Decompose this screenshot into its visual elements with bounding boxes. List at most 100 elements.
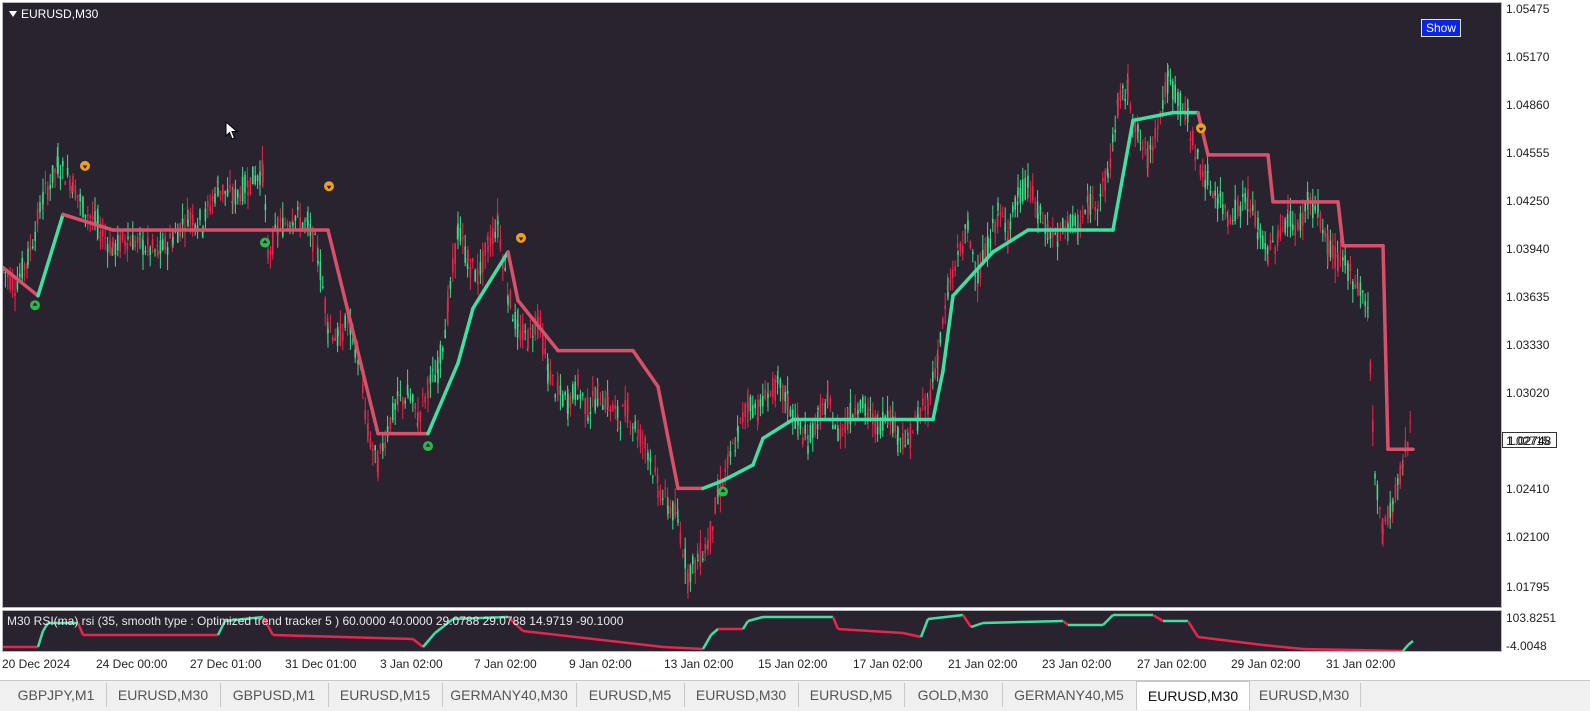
candle-body: [99, 231, 102, 242]
price-scale-label: 1.05170: [1506, 50, 1550, 64]
candle-body: [992, 219, 994, 224]
candle-body: [819, 403, 822, 426]
chart-tab[interactable]: EURUSD,M5: [798, 683, 905, 707]
chart-tab[interactable]: GERMANY40,M5: [1002, 683, 1137, 707]
trend-segment: [656, 384, 680, 491]
chart-tab[interactable]: GBPUSD,M1: [220, 683, 329, 707]
candle-body: [189, 212, 192, 219]
candle-body: [297, 207, 299, 210]
candle-body: [1372, 420, 1374, 432]
candle-body: [72, 175, 74, 193]
candle-body: [94, 211, 96, 224]
candle-body: [256, 175, 259, 182]
chart-tab[interactable]: EURUSD,M30: [684, 683, 799, 707]
candle-body: [1254, 211, 1256, 227]
indicator-pane[interactable]: M30 RSI(ma) rsi (35, smooth type : Optim…: [2, 610, 1502, 652]
candle-body: [114, 243, 117, 256]
candle-body: [1287, 205, 1289, 207]
chart-tab[interactable]: EURUSD,M15: [328, 683, 443, 707]
candle-body: [542, 335, 544, 355]
price-chart-pane[interactable]: EURUSD,M30 Show: [2, 2, 1502, 608]
price-chart-canvas[interactable]: [3, 3, 1502, 608]
symbol-label[interactable]: EURUSD,M30: [9, 7, 98, 21]
candle-body: [222, 184, 224, 195]
candle-body: [49, 184, 51, 190]
time-axis-label: 13 Jan 02:00: [664, 657, 734, 671]
candle-body: [1099, 193, 1102, 197]
candle-body: [369, 438, 372, 448]
candle-body: [1107, 173, 1109, 179]
candle-body: [922, 398, 924, 406]
chart-tab[interactable]: GOLD,M30: [904, 683, 1003, 707]
dropdown-triangle-icon[interactable]: [9, 11, 17, 17]
candle-body: [462, 237, 464, 240]
candle-body: [344, 315, 346, 328]
show-button[interactable]: Show: [1420, 19, 1461, 37]
candle-body: [504, 267, 506, 271]
sell-signal-icon: [80, 160, 90, 171]
candle-body: [51, 165, 54, 183]
candle-body: [1234, 199, 1236, 222]
candle-body: [1302, 212, 1304, 226]
indicator-segment: [1152, 613, 1164, 623]
candle-body: [817, 407, 819, 410]
trend-segment: [1196, 110, 1210, 157]
candle-body: [19, 273, 21, 278]
candle-body: [234, 188, 237, 205]
candle-body: [74, 185, 77, 200]
candle-body: [426, 378, 429, 386]
candle-body: [284, 223, 286, 225]
candle-body: [1022, 179, 1024, 202]
candle-body: [372, 448, 374, 451]
indicator-segment: [522, 629, 664, 649]
candle-body: [207, 200, 209, 207]
candle-body: [1282, 227, 1284, 229]
trading-terminal: EURUSD,M30 Show 1.02748 M30 RSI(ma) rsi …: [0, 0, 1590, 711]
candle-body: [652, 476, 654, 478]
candle-body: [1074, 215, 1076, 226]
candle-body: [919, 407, 922, 420]
chart-tab[interactable]: EURUSD,M30: [106, 683, 221, 707]
time-axis-label: 20 Dec 2024: [2, 657, 71, 671]
candle-body: [1054, 232, 1056, 235]
candle-body: [1332, 244, 1334, 259]
candle-body: [724, 468, 726, 472]
trend-segment: [761, 417, 795, 441]
candle-body: [1019, 187, 1022, 203]
chart-tab[interactable]: EURUSD,M30: [1248, 683, 1361, 707]
chart-tab[interactable]: GBPJPY,M1: [6, 683, 107, 707]
candle-body: [754, 403, 756, 409]
candle-body: [252, 166, 254, 185]
candle-body: [682, 554, 684, 556]
candle-body: [524, 330, 526, 333]
indicator-segment: [1302, 647, 1404, 651]
price-scale-label: 1.03330: [1506, 338, 1550, 352]
candle-body: [1312, 202, 1314, 219]
candle-body: [976, 283, 979, 288]
candle-body: [1367, 307, 1369, 309]
candle-body: [186, 206, 189, 210]
candle-body: [21, 257, 23, 279]
candle-body: [737, 426, 739, 442]
candle-body: [957, 251, 959, 256]
chart-tab[interactable]: EURUSD,M30: [1136, 681, 1250, 710]
candle-body: [1149, 144, 1152, 150]
candle-body: [839, 428, 842, 440]
candle-body: [156, 245, 159, 248]
candle-body: [812, 423, 814, 438]
time-axis-label: 31 Jan 02:00: [1326, 657, 1396, 671]
chart-tab[interactable]: GERMANY40,M30: [442, 683, 577, 707]
candle-body: [1329, 240, 1332, 258]
chart-tab-bar: GBPJPY,M1 EURUSD,M30 GBPUSD,M1 EURUSD,M15 GE…: [0, 680, 1590, 711]
candle-body: [1289, 211, 1292, 227]
candle-body: [39, 202, 41, 213]
candle-body: [429, 374, 432, 384]
candle-body: [1109, 157, 1112, 169]
candle-body: [559, 385, 562, 396]
candle-body: [637, 429, 639, 434]
candle-body: [799, 422, 802, 430]
candle-body: [747, 402, 749, 413]
candle-body: [1012, 205, 1014, 213]
candle-body: [62, 161, 64, 167]
chart-tab[interactable]: EURUSD,M5: [576, 683, 685, 707]
